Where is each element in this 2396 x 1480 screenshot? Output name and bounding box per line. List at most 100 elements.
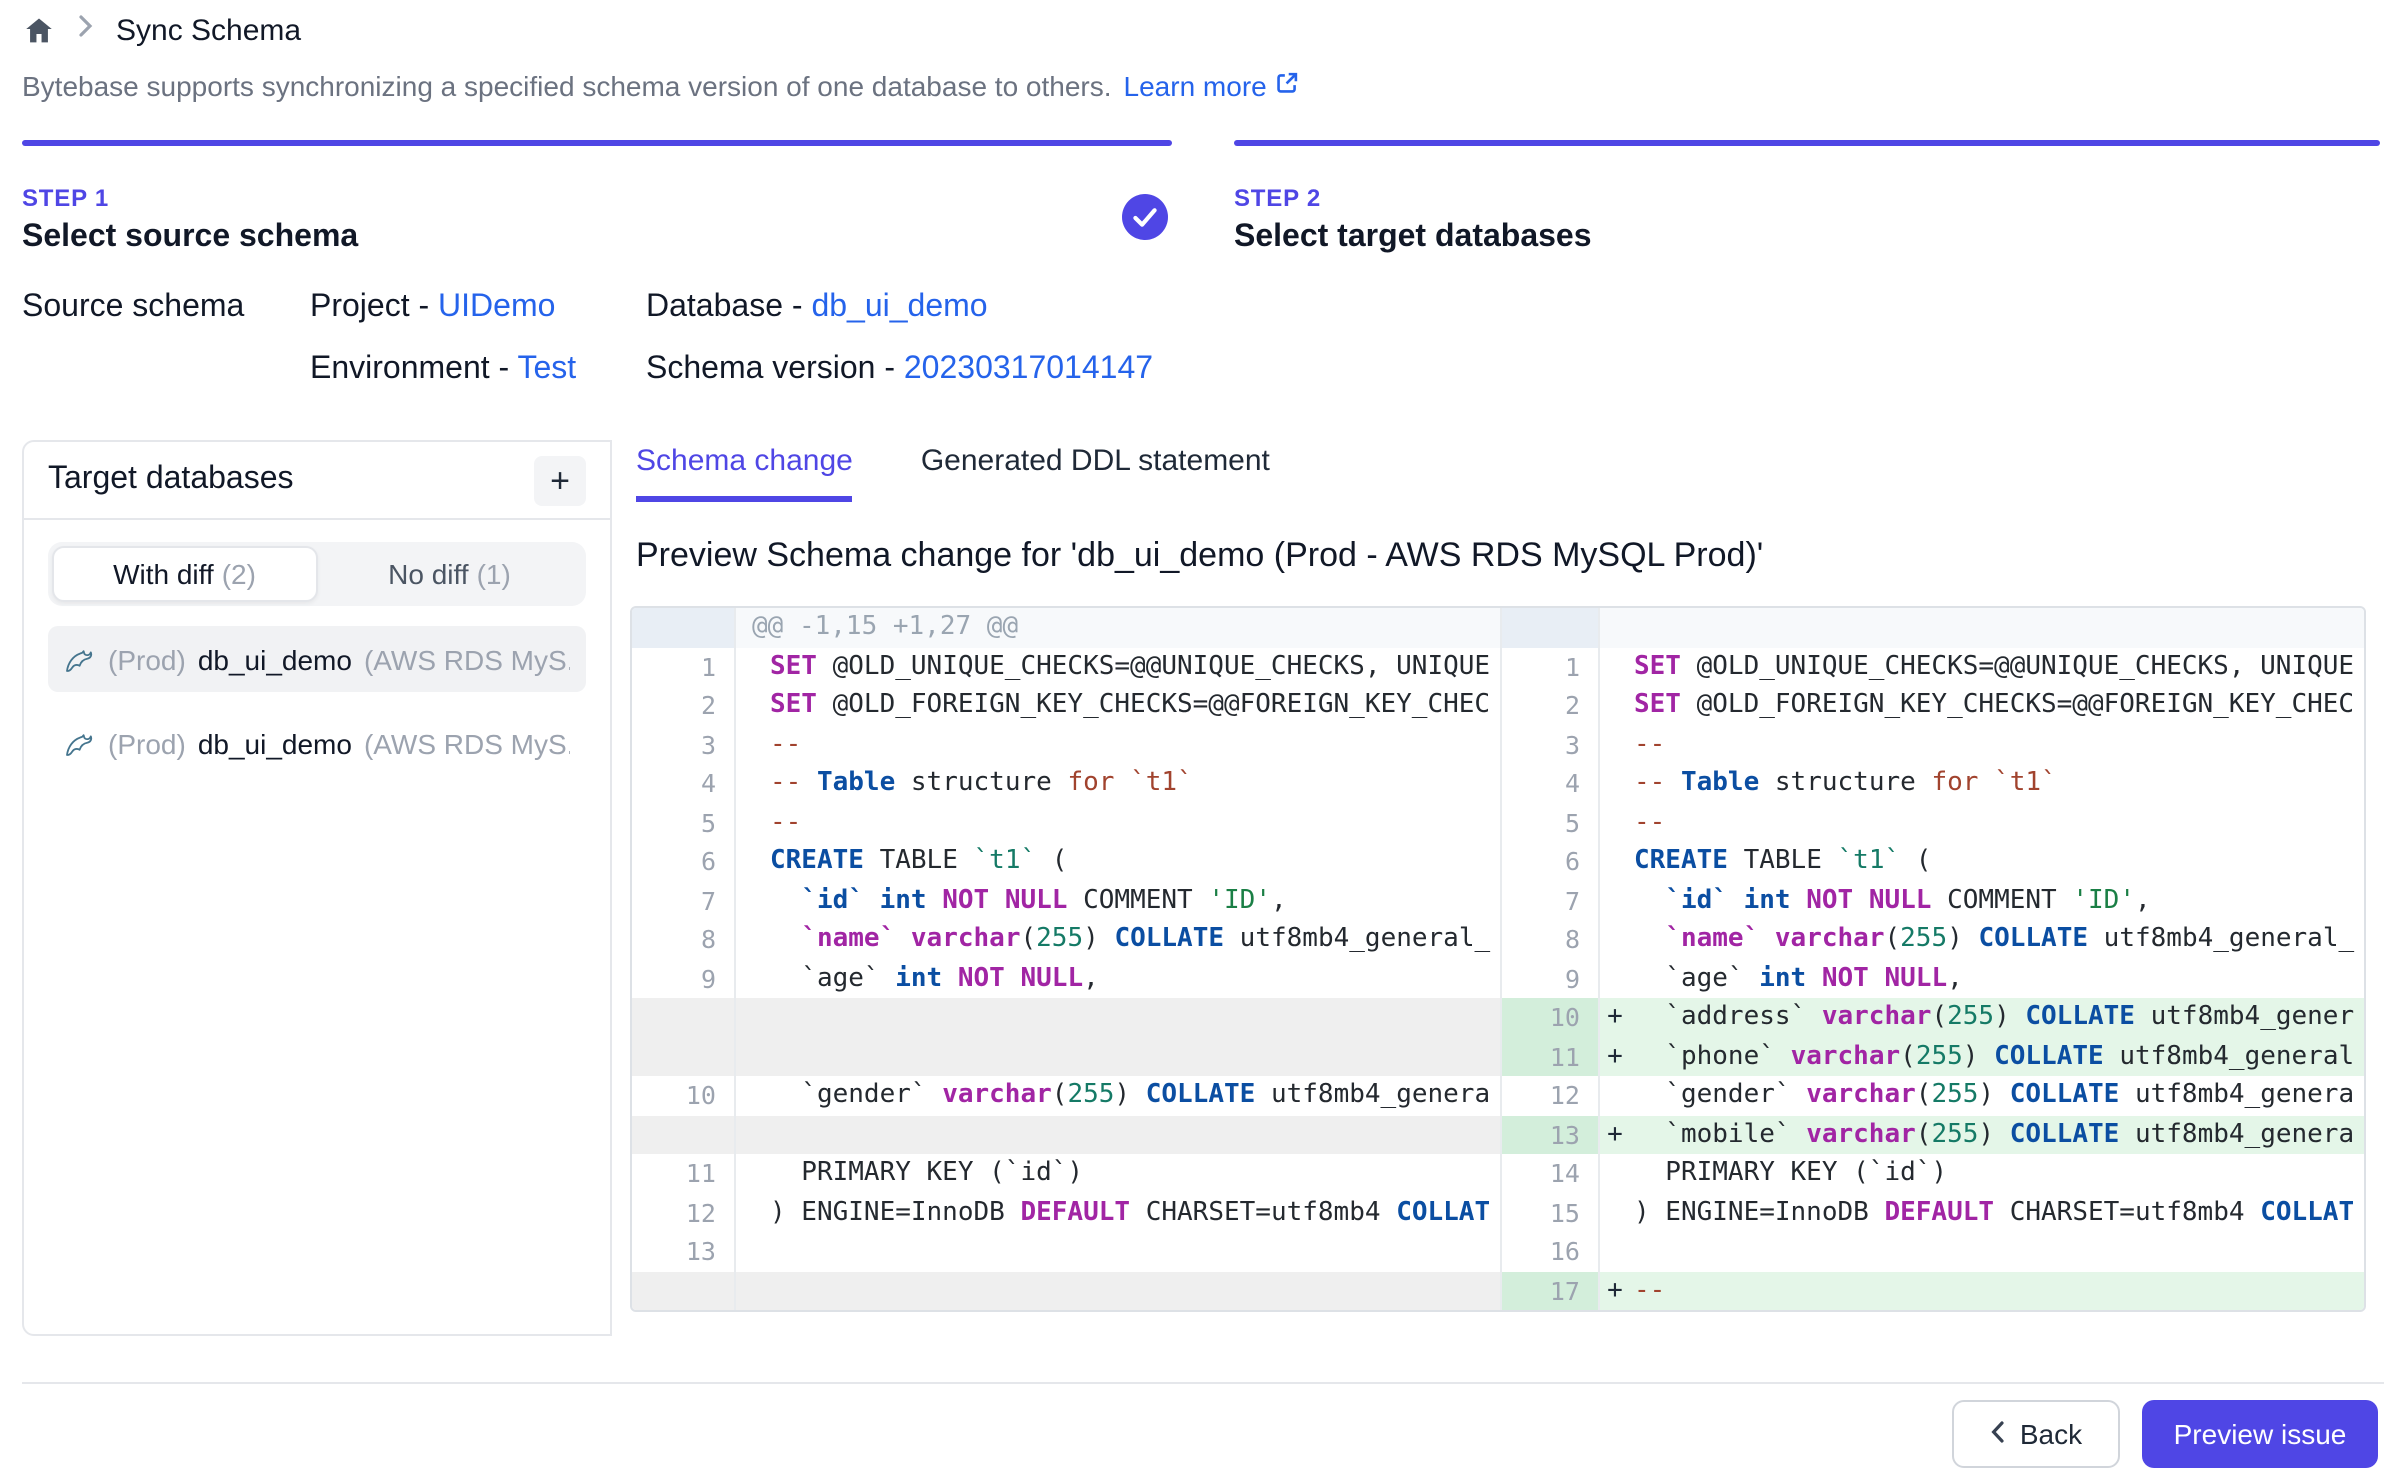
step-2-title: Select target databases	[1234, 220, 2380, 256]
diff-line-number: 15	[1502, 1193, 1600, 1232]
source-schema-label: Source schema	[22, 290, 310, 388]
diff-line-text: -- Table structure for `t1`	[1630, 764, 2057, 803]
source-field: Schema version - 20230317014147	[646, 352, 1153, 388]
diff-line-marker	[736, 647, 766, 686]
diff-line-number: 13	[1502, 1115, 1600, 1154]
target-database-item[interactable]: (Prod)db_ui_demo(AWS RDS MyS...	[48, 626, 586, 692]
learn-more-link[interactable]: Learn more	[1124, 70, 1301, 102]
diff-code-line: PRIMARY KEY (`id`)	[736, 1154, 1502, 1193]
step-1-label: STEP 1	[22, 184, 1172, 212]
source-field-name: Schema version -	[646, 352, 904, 386]
source-field-name: Project -	[310, 290, 438, 324]
preview-issue-button[interactable]: Preview issue	[2142, 1400, 2378, 1468]
diff-code-line: --	[1600, 725, 2366, 764]
diff-line-number: 11	[1502, 1037, 1600, 1076]
diff-line-marker	[1600, 842, 1630, 881]
sync-schema-page: Sync Schema Bytebase supports synchroniz…	[0, 0, 2396, 1480]
diff-line-number: 11	[632, 1154, 736, 1193]
diff-line-marker	[1600, 959, 1630, 998]
target-databases-panel: Target databases + With diff(2)No diff(1…	[22, 440, 612, 1336]
diff-code-line: -- Table structure for `t1`	[736, 764, 1502, 803]
check-icon	[1122, 194, 1168, 240]
diff-line-text: `name` varchar(255) COLLATE utf8mb4_gene…	[1630, 920, 2354, 959]
diff-line-marker	[736, 1154, 766, 1193]
external-link-icon	[1275, 70, 1301, 102]
diff-line-text: --	[1630, 803, 1665, 842]
tab-schema-change[interactable]: Schema change	[636, 444, 853, 502]
page-title: Sync Schema	[116, 13, 301, 47]
step-2-label: STEP 2	[1234, 184, 2380, 212]
footer-divider	[22, 1382, 2384, 1384]
diff-line-marker: +	[1600, 1115, 1630, 1154]
diff-line-marker: +	[1600, 1037, 1630, 1076]
diff-line-number: 4	[632, 764, 736, 803]
diff-line-text: -- Table structure for `t1`	[766, 764, 1193, 803]
diff-code-line: +--	[1600, 1271, 2366, 1310]
diff-code-line: `id` int NOT NULL COMMENT 'ID',	[1600, 881, 2366, 920]
diff-line-number: 6	[1502, 842, 1600, 881]
diff-code-line: `age` int NOT NULL,	[1600, 959, 2366, 998]
source-field: Environment - Test	[310, 352, 646, 388]
source-field-value-link[interactable]: 20230317014147	[904, 352, 1153, 386]
diff-code-line	[736, 1271, 1502, 1310]
diff-line-text: CREATE TABLE `t1` (	[1630, 842, 1931, 881]
diff-line-marker	[736, 1232, 766, 1271]
tab-count: (1)	[477, 558, 511, 590]
diff-code-line: `name` varchar(255) COLLATE utf8mb4_gene…	[736, 920, 1502, 959]
diff-line-text	[766, 1037, 770, 1076]
diff-code-line: ) ENGINE=InnoDB DEFAULT CHARSET=utf8mb4 …	[1600, 1193, 2366, 1232]
diff-line-number: 7	[1502, 881, 1600, 920]
diff-line-marker	[1600, 1154, 1630, 1193]
diff-line-number: 9	[1502, 959, 1600, 998]
schema-diff-viewer[interactable]: @@ -1,15 +1,27 @@1SET @OLD_UNIQUE_CHECKS…	[630, 606, 2366, 1312]
database-name: db_ui_demo	[198, 643, 352, 675]
chevron-right-icon	[78, 12, 94, 48]
diff-line-number: 1	[1502, 647, 1600, 686]
chevron-left-icon	[1990, 1418, 2006, 1450]
source-field-value-link[interactable]: UIDemo	[438, 290, 555, 324]
diff-line-text: SET @OLD_FOREIGN_KEY_CHECKS=@@FOREIGN_KE…	[1630, 686, 2354, 725]
add-target-database-button[interactable]: +	[534, 455, 586, 505]
diff-line-text: --	[766, 725, 801, 764]
source-field-value-link[interactable]: db_ui_demo	[811, 290, 987, 324]
diff-line-text: PRIMARY KEY (`id`)	[766, 1154, 1083, 1193]
diff-line-text: ) ENGINE=InnoDB DEFAULT CHARSET=utf8mb4 …	[766, 1193, 1490, 1232]
source-schema-fields: Project - UIDemoDatabase - db_ui_demoEnv…	[310, 290, 1153, 388]
step-1-title: Select source schema	[22, 220, 1172, 256]
back-button[interactable]: Back	[1952, 1400, 2120, 1468]
diff-line-number: 12	[1502, 1076, 1600, 1115]
diff-line-text: `id` int NOT NULL COMMENT 'ID',	[766, 881, 1287, 920]
source-field: Database - db_ui_demo	[646, 290, 1153, 326]
diff-line-marker	[1600, 920, 1630, 959]
step-1-progress-bar	[22, 140, 1172, 146]
database-environment: (Prod)	[108, 643, 186, 675]
diff-code-line: `name` varchar(255) COLLATE utf8mb4_gene…	[1600, 920, 2366, 959]
diff-code-line: + `mobile` varchar(255) COLLATE utf8mb4_…	[1600, 1115, 2366, 1154]
diff-line-marker	[736, 1271, 766, 1310]
diff-line-text: `age` int NOT NULL,	[766, 959, 1099, 998]
diff-line-text: `address` varchar(255) COLLATE utf8mb4_g…	[1630, 998, 2354, 1037]
diff-filter-tab-with-diff[interactable]: With diff(2)	[52, 546, 317, 602]
diff-code-line: `age` int NOT NULL,	[736, 959, 1502, 998]
preview-tabs: Schema change Generated DDL statement	[636, 444, 2384, 502]
source-schema-section: Source schema Project - UIDemoDatabase -…	[22, 290, 1153, 388]
source-field-value-link[interactable]: Test	[518, 352, 577, 386]
source-field-name: Environment -	[310, 352, 518, 386]
diff-code-line: `gender` varchar(255) COLLATE utf8mb4_ge…	[1600, 1076, 2366, 1115]
diff-code-line: `gender` varchar(255) COLLATE utf8mb4_ge…	[736, 1076, 1502, 1115]
home-icon[interactable]	[22, 13, 56, 47]
diff-line-number: 3	[632, 725, 736, 764]
diff-line-number: 2	[632, 686, 736, 725]
diff-filter-tab-no-diff[interactable]: No diff(1)	[317, 546, 582, 602]
tab-generated-ddl-statement[interactable]: Generated DDL statement	[921, 444, 1270, 502]
diff-hunk-header: @@ -1,15 +1,27 @@	[736, 608, 1502, 647]
diff-line-text: `name` varchar(255) COLLATE utf8mb4_gene…	[766, 920, 1490, 959]
target-database-item[interactable]: (Prod)db_ui_demo(AWS RDS MyS...	[48, 710, 586, 776]
database-instance: (AWS RDS MyS...	[364, 727, 570, 759]
diff-line-number: 8	[1502, 920, 1600, 959]
database-name: db_ui_demo	[198, 727, 352, 759]
diff-line-text	[1630, 1232, 1634, 1271]
diff-line-number: 4	[1502, 764, 1600, 803]
source-field: Project - UIDemo	[310, 290, 646, 326]
diff-line-text: `gender` varchar(255) COLLATE utf8mb4_ge…	[1630, 1076, 2354, 1115]
